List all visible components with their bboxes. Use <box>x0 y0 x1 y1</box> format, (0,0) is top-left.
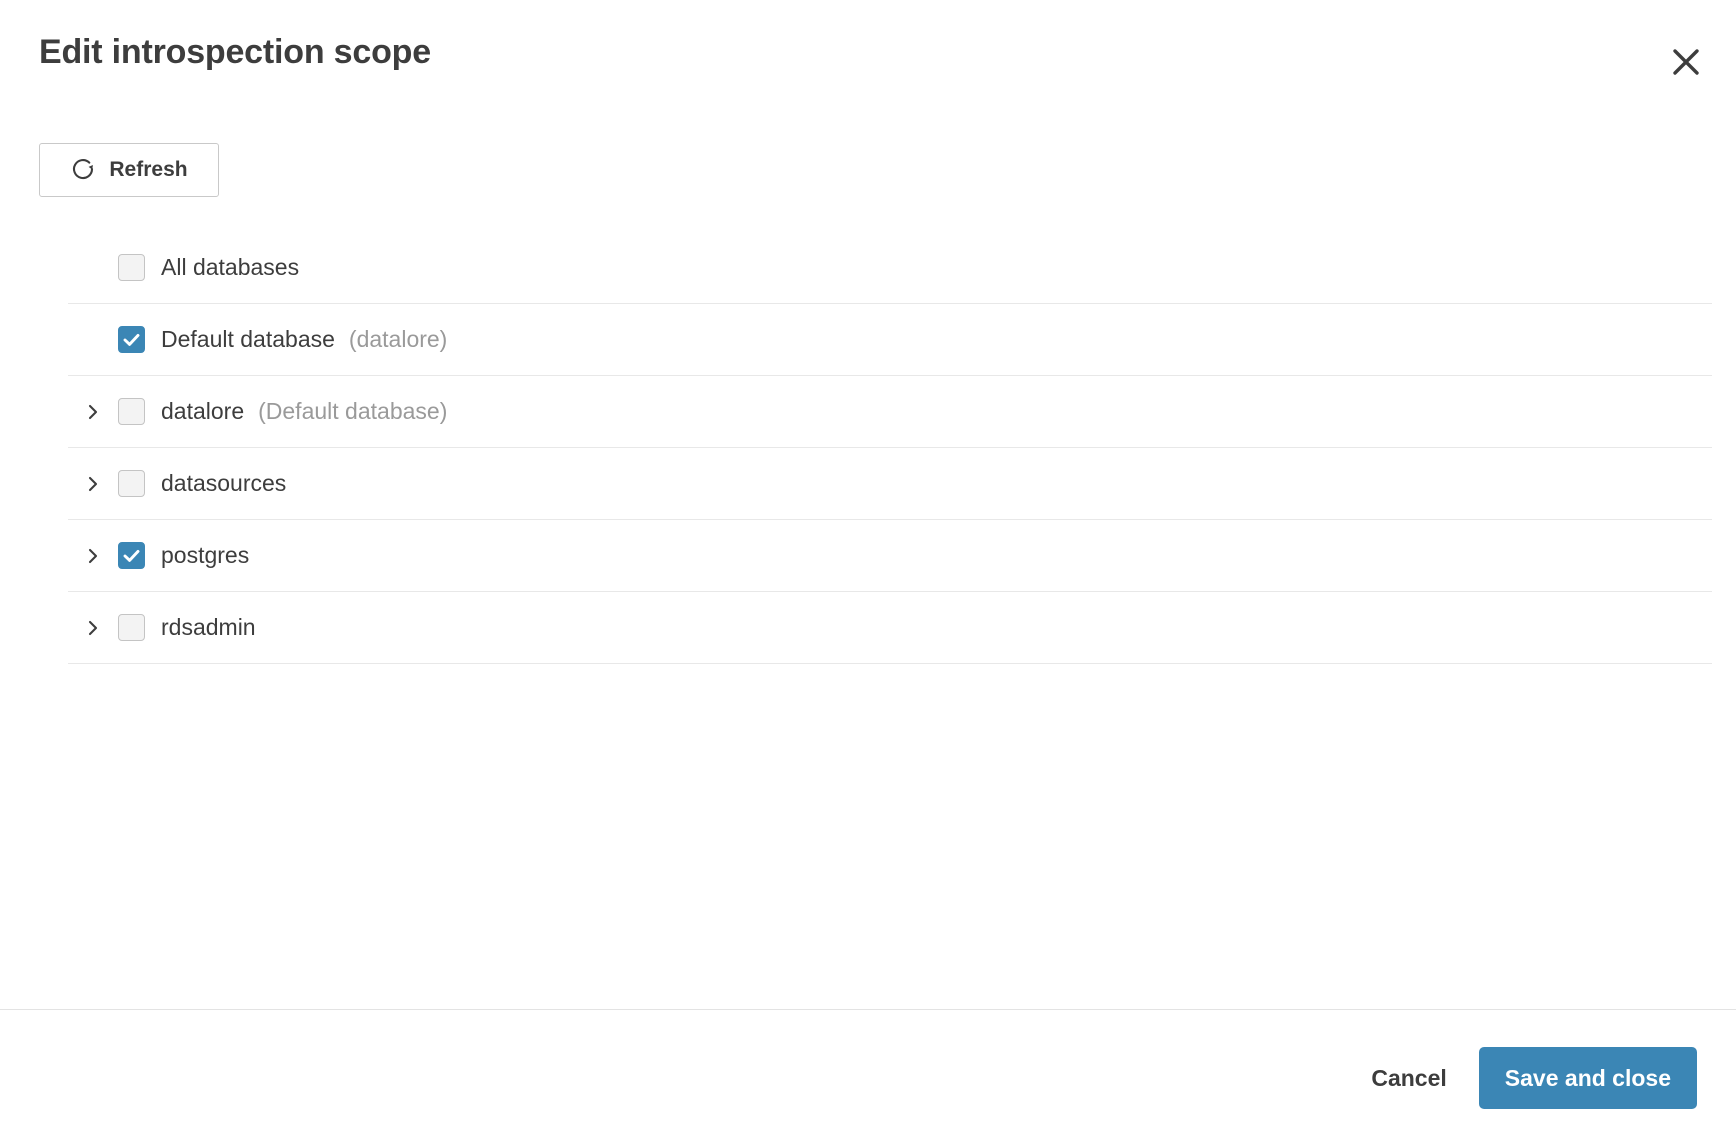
list-item[interactable]: rdsadmin <box>68 592 1712 664</box>
check-icon <box>121 329 142 350</box>
checkbox-default-database[interactable] <box>118 326 145 353</box>
refresh-button[interactable]: Refresh <box>39 143 219 197</box>
list-item-label: postgres <box>161 542 250 568</box>
chevron-right-icon[interactable] <box>68 376 118 448</box>
chevron-right-icon[interactable] <box>68 520 118 592</box>
list-item-label: rdsadmin <box>161 614 256 640</box>
chevron-right-icon[interactable] <box>68 448 118 520</box>
checkbox-datasources[interactable] <box>118 470 145 497</box>
list-item-label: All databases <box>161 254 300 280</box>
cancel-button[interactable]: Cancel <box>1363 1053 1454 1104</box>
close-button[interactable] <box>1658 34 1714 90</box>
row-expander-placeholder <box>68 232 118 304</box>
list-item[interactable]: datasources <box>68 448 1712 520</box>
introspection-scope-list: All databases Default database (datalore… <box>68 232 1712 664</box>
list-item[interactable]: Default database (datalore) <box>68 304 1712 376</box>
checkbox-rdsadmin[interactable] <box>118 614 145 641</box>
list-item-label: Default database <box>161 326 335 352</box>
list-item-label: datasources <box>161 470 287 496</box>
list-item[interactable]: datalore (Default database) <box>68 376 1712 448</box>
refresh-icon <box>70 156 96 185</box>
checkbox-postgres[interactable] <box>118 542 145 569</box>
checkbox-all-databases[interactable] <box>118 254 145 281</box>
list-item-label: datalore <box>161 398 245 424</box>
list-item[interactable]: postgres <box>68 520 1712 592</box>
dialog-header: Edit introspection scope <box>0 0 1736 118</box>
checkbox-datalore[interactable] <box>118 398 145 425</box>
check-icon <box>121 545 142 566</box>
row-expander-placeholder <box>68 304 118 376</box>
chevron-right-icon[interactable] <box>68 592 118 664</box>
close-icon <box>1670 46 1702 78</box>
page-title: Edit introspection scope <box>39 33 431 71</box>
save-and-close-button[interactable]: Save and close <box>1478 1047 1697 1109</box>
edit-introspection-scope-dialog: Edit introspection scope Refresh All dat… <box>0 0 1736 1146</box>
dialog-footer: Cancel Save and close <box>0 1010 1736 1146</box>
list-item-note: (Default database) <box>258 398 448 424</box>
list-item[interactable]: All databases <box>68 232 1712 304</box>
refresh-button-label: Refresh <box>109 158 188 181</box>
list-item-note: (datalore) <box>348 326 448 352</box>
